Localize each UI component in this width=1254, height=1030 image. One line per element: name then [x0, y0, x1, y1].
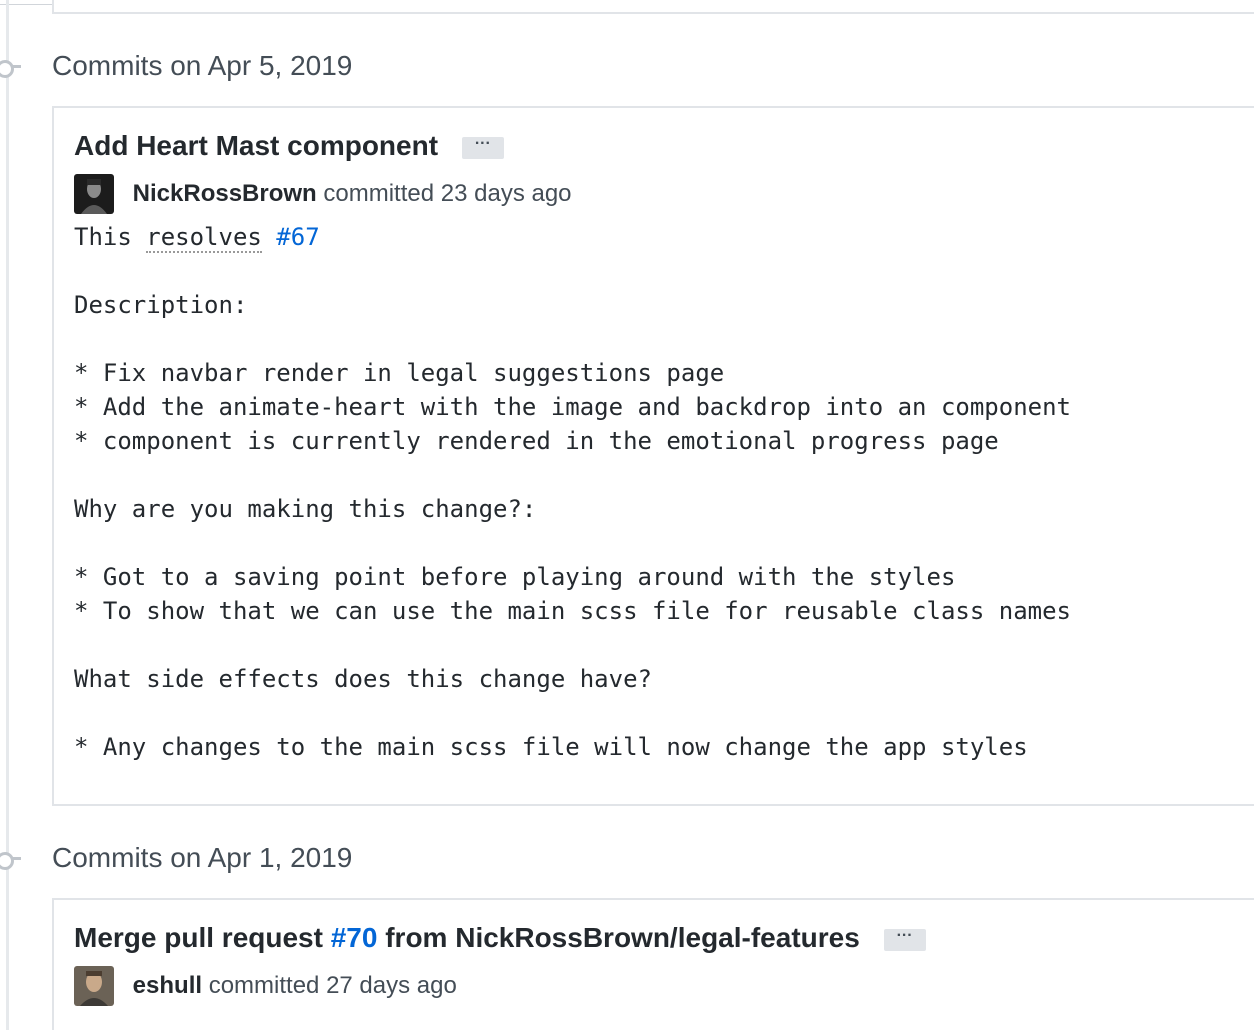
commit-node-stem [11, 65, 21, 68]
timeline-line [6, 0, 9, 1030]
date-heading: Commits on Apr 5, 2019 [52, 50, 353, 81]
commit-time: committed 27 days ago [208, 972, 457, 999]
expand-message-button[interactable]: ··· [461, 135, 504, 159]
date-heading: Commits on Apr 1, 2019 [52, 842, 353, 873]
issue-link[interactable]: #67 [276, 223, 319, 251]
commit-title: Add Heart Mast component ··· [74, 130, 504, 162]
commit-node-stem [11, 857, 21, 860]
body-rest: Description: * Fix navbar render in lega… [74, 291, 1071, 761]
author-name-link[interactable]: NickRossBrown [133, 180, 317, 207]
commit-node-icon [0, 852, 14, 870]
avatar[interactable] [74, 174, 114, 214]
commit-title: Merge pull request #70 from NickRossBrow… [74, 922, 926, 954]
title-suffix[interactable]: from NickRossBrown/legal-features [377, 922, 860, 953]
expand-message-button[interactable]: ··· [883, 927, 926, 951]
resolves-keyword: resolves [146, 223, 262, 253]
body-space [262, 223, 276, 251]
commit-title-link[interactable]: Add Heart Mast component [74, 130, 438, 161]
body-prefix: This [74, 223, 147, 251]
commit-message-body: This resolves #67 Description: * Fix nav… [74, 220, 1071, 764]
commit-title-link[interactable]: Merge pull request #70 from NickRossBrow… [74, 922, 860, 953]
title-prefix[interactable]: Merge pull request [74, 922, 331, 953]
commit-time: committed 23 days ago [323, 180, 572, 207]
avatar[interactable] [74, 966, 114, 1006]
commit-author-row: NickRossBrown committed 23 days ago [74, 174, 572, 214]
commit-history-page: Commits on Apr 5, 2019 Add Heart Mast co… [0, 0, 1254, 1030]
previous-commit-box-edge [52, 0, 1254, 14]
pr-link[interactable]: #70 [331, 922, 378, 953]
author-name-link[interactable]: eshull [133, 972, 202, 999]
commit-box: Merge pull request #70 from NickRossBrow… [52, 898, 1254, 1030]
commit-box: Add Heart Mast component ··· NickRossBro… [52, 106, 1254, 806]
commit-node-icon [0, 60, 14, 78]
commit-author-row: eshull committed 27 days ago [74, 966, 457, 1006]
